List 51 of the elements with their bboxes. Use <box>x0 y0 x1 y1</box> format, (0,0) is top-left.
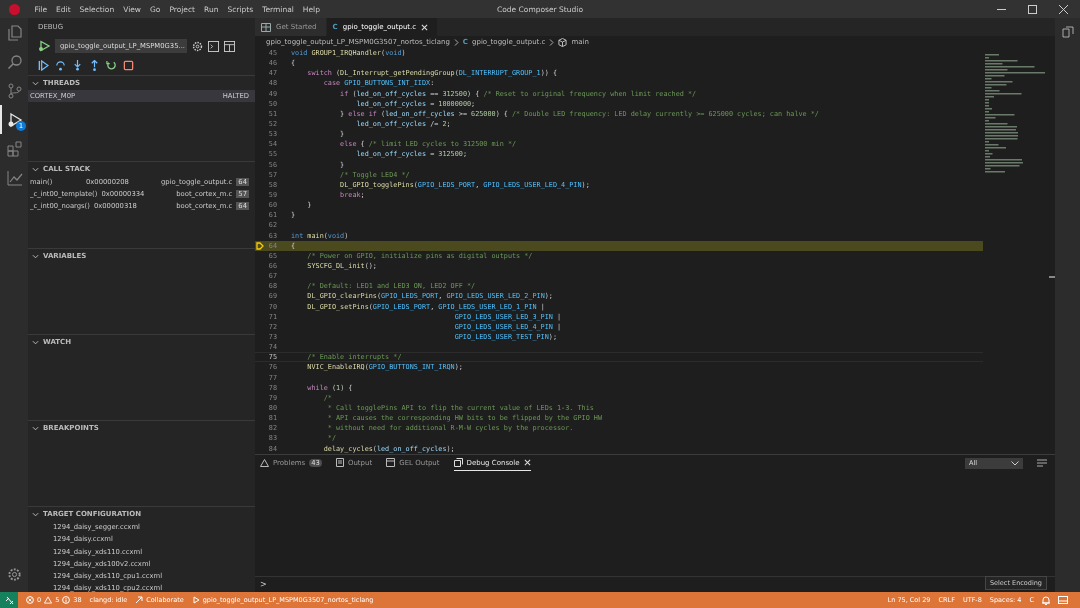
restart-icon[interactable] <box>106 60 117 71</box>
source-control-icon <box>7 82 23 99</box>
welcome-icon <box>261 22 271 32</box>
console-icon <box>453 458 463 467</box>
debug-icon <box>191 596 200 604</box>
terminal-icon[interactable] <box>208 40 219 52</box>
console-prompt: > <box>260 580 267 589</box>
app-logo-icon <box>9 3 20 15</box>
chart-icon <box>7 169 23 186</box>
error-icon <box>26 596 34 604</box>
files-icon <box>7 24 23 41</box>
step-out-icon[interactable] <box>89 60 100 71</box>
remote-icon <box>4 595 14 605</box>
step-over-icon[interactable] <box>55 60 66 71</box>
start-debug-icon[interactable] <box>38 40 50 52</box>
debug-pointer-icon <box>256 241 264 250</box>
chevron-icon <box>32 338 39 346</box>
extensions-icon <box>7 140 23 157</box>
warning-icon <box>44 596 53 604</box>
remote-button[interactable] <box>0 592 18 608</box>
chevron-icon <box>549 38 555 46</box>
document-icon <box>335 458 344 467</box>
list-icon[interactable] <box>1037 459 1047 467</box>
chevron-icon <box>453 38 459 46</box>
close-icon[interactable] <box>523 459 531 466</box>
debug-icon <box>7 111 23 128</box>
continue-icon[interactable] <box>38 60 49 71</box>
close-icon[interactable] <box>421 23 429 31</box>
layout-icon[interactable] <box>1058 596 1068 604</box>
stop-icon[interactable] <box>123 60 134 71</box>
chevron-icon <box>32 79 39 87</box>
scrollbar-thumb[interactable] <box>1049 276 1055 278</box>
chevron-icon <box>32 510 39 518</box>
maximize-icon[interactable] <box>1028 4 1037 14</box>
window-icon[interactable] <box>224 40 235 52</box>
caret-icon <box>1011 460 1019 466</box>
chevron-icon <box>32 252 39 260</box>
chevron-icon <box>32 165 39 173</box>
window-icon <box>386 458 396 467</box>
split-editor-icon[interactable] <box>1061 26 1074 38</box>
cube-icon <box>558 37 568 47</box>
close-icon[interactable] <box>1059 4 1068 14</box>
settings-icon[interactable] <box>192 40 203 52</box>
search-icon <box>7 53 23 70</box>
share-icon <box>135 596 144 604</box>
info-icon <box>62 596 71 604</box>
warning-icon <box>260 458 269 467</box>
settings-icon[interactable] <box>6 567 22 582</box>
chevron-icon <box>32 424 39 432</box>
step-into-icon[interactable] <box>72 60 83 71</box>
bell-icon[interactable] <box>1042 595 1050 605</box>
